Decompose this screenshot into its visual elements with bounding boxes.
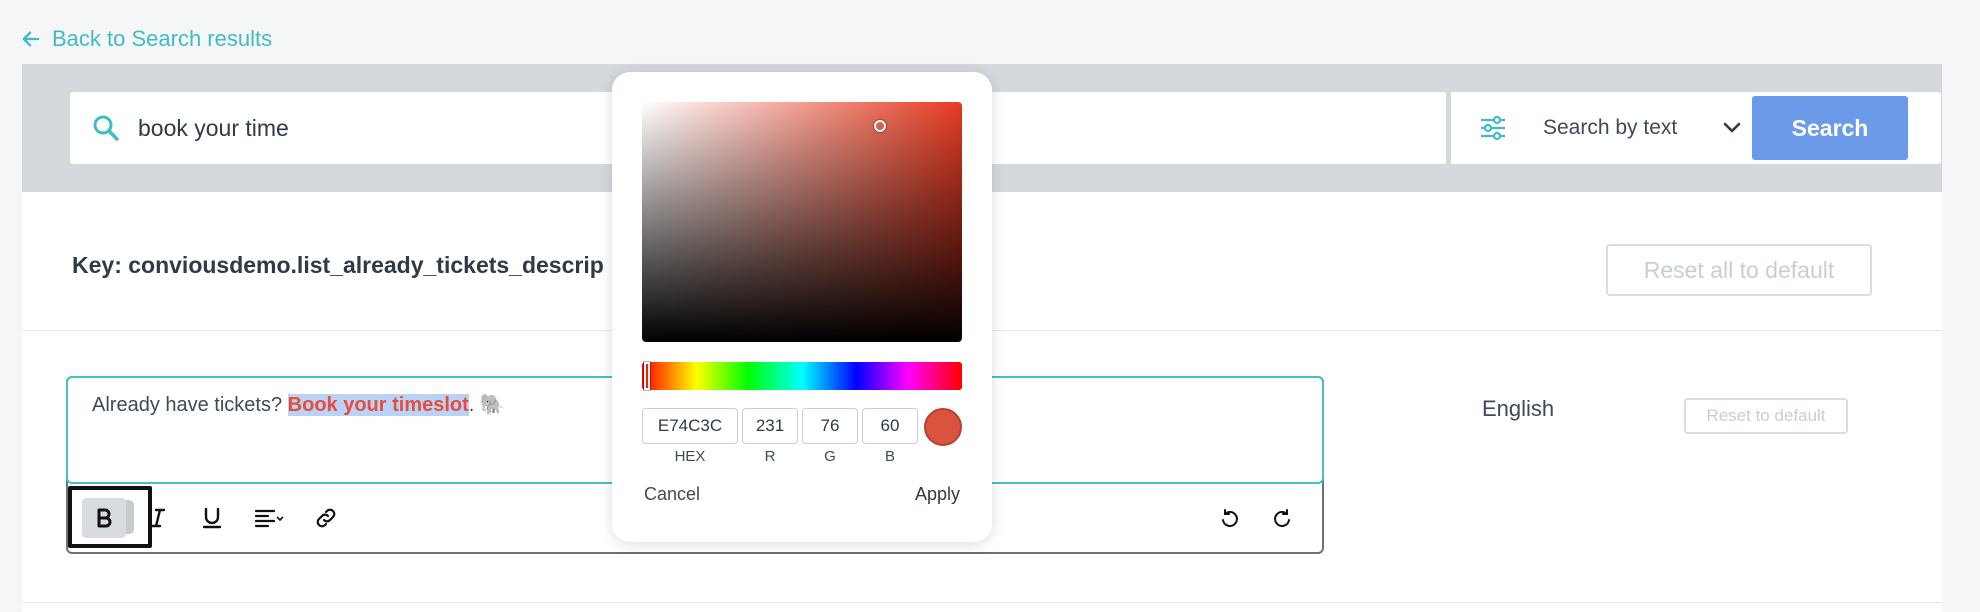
align-dropdown[interactable]	[244, 498, 294, 538]
undo-icon	[1222, 509, 1238, 527]
editor-highlighted-text: Book your timeslot	[287, 394, 469, 416]
editor-text-after: .	[468, 394, 480, 416]
language-label: English	[1482, 396, 1555, 421]
search-button[interactable]: Search	[1752, 96, 1908, 160]
red-input[interactable]	[742, 408, 798, 444]
saturation-handle[interactable]	[874, 120, 886, 132]
green-label: G	[824, 448, 836, 465]
elephant-emoji: 🐘	[479, 394, 505, 416]
search-mode-label: Search by text	[1543, 116, 1678, 139]
bold-icon	[97, 508, 112, 528]
undo-button[interactable]	[1208, 498, 1252, 538]
italic-icon	[150, 508, 166, 528]
red-label: R	[764, 448, 776, 465]
redo-button[interactable]	[1260, 498, 1304, 538]
underline-button[interactable]	[190, 498, 234, 538]
green-input[interactable]	[802, 408, 858, 444]
reset-all-button[interactable]: Reset all to default	[1606, 244, 1872, 296]
picker-apply-button[interactable]: Apply	[915, 484, 960, 505]
editor-text-before: Already have tickets?	[92, 394, 288, 416]
hex-label: HEX	[674, 448, 706, 465]
italic-button[interactable]	[136, 498, 180, 538]
search-icon	[93, 115, 119, 141]
hue-slider[interactable]	[642, 362, 962, 390]
row-divider	[22, 602, 1942, 603]
arrow-left-icon	[22, 31, 40, 47]
blue-input[interactable]	[862, 408, 918, 444]
saturation-value-area[interactable]	[642, 102, 962, 342]
align-left-icon	[254, 509, 284, 528]
underline-icon	[202, 507, 222, 529]
reset-to-default-button[interactable]: Reset to default	[1684, 398, 1848, 434]
sliders-icon	[1481, 115, 1505, 141]
back-to-search-link[interactable]: Back to Search results	[22, 26, 272, 52]
picker-cancel-button[interactable]: Cancel	[644, 484, 700, 505]
chevron-down-icon	[1723, 122, 1741, 133]
key-title: Key: conviousdemo.list_already_tickets_d…	[72, 252, 604, 278]
hex-input[interactable]	[642, 408, 738, 444]
bold-button[interactable]	[82, 498, 126, 538]
link-icon	[316, 508, 336, 528]
redo-icon	[1274, 509, 1290, 527]
blue-label: B	[884, 448, 895, 465]
link-button[interactable]	[304, 498, 348, 538]
hue-handle[interactable]	[644, 362, 650, 390]
color-picker-popover: HEX R G B Cancel Apply	[612, 72, 992, 542]
back-link-label: Back to Search results	[52, 26, 273, 51]
color-preview-swatch	[924, 408, 962, 446]
